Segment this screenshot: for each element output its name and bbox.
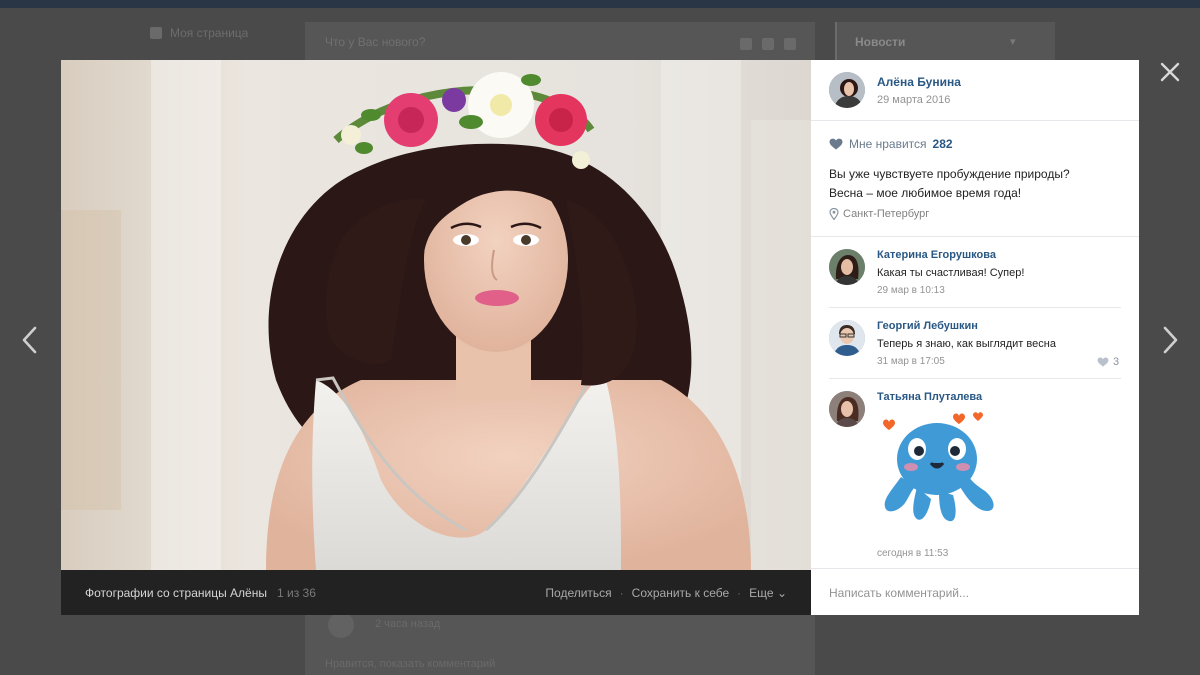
avatar-image — [829, 391, 865, 427]
background-right-title: Новости — [855, 35, 906, 49]
separator: · — [737, 585, 742, 600]
background-left-nav-label: Моя страница — [170, 26, 249, 40]
comment-input[interactable]: Написать комментарий... — [811, 568, 1139, 615]
more-label: Еще — [749, 585, 774, 600]
filter-icon: ▾ — [1010, 36, 1016, 48]
portrait-photo — [61, 60, 811, 570]
divider — [811, 236, 1139, 237]
background-left-nav: Моя страница — [150, 26, 248, 40]
comment-item: Георгий Лебушкин Теперь я знаю, как выгл… — [829, 320, 1056, 367]
background-post-actions: Нравится, показать комментарий — [325, 658, 496, 670]
avatar-image — [829, 72, 865, 108]
share-button[interactable]: Поделиться — [545, 586, 611, 600]
background-post-time: 2 часа назад — [375, 618, 441, 630]
chevron-down-icon: ⌄ — [776, 585, 787, 600]
comment-author[interactable]: Георгий Лебушкин — [877, 320, 1056, 332]
separator: · — [619, 585, 624, 600]
comment-text: Теперь я знаю, как выглядит весна — [877, 338, 1056, 350]
author-block: Алёна Бунина 29 марта 2016 — [829, 72, 961, 108]
divider — [829, 307, 1121, 308]
comment-body: Георгий Лебушкин Теперь я знаю, как выгл… — [877, 320, 1056, 367]
location-link[interactable]: Санкт-Петербург — [829, 208, 929, 220]
description-line-1: Вы уже чувствуете пробуждение природы? — [829, 167, 1070, 181]
comment-item: Татьяна Плуталева сегодня в 11:53 — [829, 391, 1003, 559]
camera-icon — [740, 38, 752, 50]
album-title[interactable]: Фотографии со страницы Алёны — [85, 586, 267, 600]
background-avatar — [328, 612, 354, 638]
side-panel: Алёна Бунина 29 марта 2016 Мне нравится … — [811, 60, 1139, 615]
comment-like-button[interactable]: 3 — [1097, 356, 1119, 368]
photo-counter: 1 из 36 — [277, 585, 316, 600]
likes-label: Мне нравится — [849, 137, 927, 151]
location-pin-icon — [829, 208, 839, 220]
comment-like-count: 3 — [1113, 356, 1120, 368]
divider — [829, 378, 1121, 379]
heart-icon — [1097, 357, 1109, 367]
close-icon — [1160, 62, 1180, 82]
comment-date[interactable]: 31 мар в 17:05 — [877, 356, 1056, 367]
close-button[interactable] — [1156, 58, 1184, 86]
save-to-profile-button[interactable]: Сохранить к себе — [632, 586, 730, 600]
home-icon — [150, 27, 162, 39]
previous-photo-button[interactable] — [15, 320, 45, 360]
video-icon — [762, 38, 774, 50]
location-name: Санкт-Петербург — [843, 208, 930, 220]
author-meta: Алёна Бунина 29 марта 2016 — [877, 75, 961, 106]
avatar[interactable] — [829, 320, 865, 356]
avatar[interactable] — [829, 249, 865, 285]
main-photo[interactable] — [61, 60, 811, 570]
divider — [811, 120, 1139, 121]
chevron-left-icon — [22, 326, 37, 354]
comment-date[interactable]: сегодня в 11:53 — [877, 548, 1003, 559]
comment-body: Катерина Егорушкова Какая ты счастливая!… — [877, 249, 1024, 296]
more-button[interactable]: Еще ⌄ — [749, 586, 787, 600]
avatar-image — [829, 320, 865, 356]
next-photo-button[interactable] — [1155, 320, 1185, 360]
footer-actions: Поделиться · Сохранить к себе · Еще ⌄ — [545, 586, 787, 600]
avatar[interactable] — [829, 72, 865, 108]
comment-author[interactable]: Катерина Егорушкова — [877, 249, 1024, 261]
comment-body: Татьяна Плуталева сегодня в 11:53 — [877, 391, 1003, 559]
comment-item: Катерина Егорушкова Какая ты счастливая!… — [829, 249, 1024, 296]
avatar[interactable] — [829, 391, 865, 427]
like-button[interactable]: Мне нравится 282 — [829, 137, 953, 151]
photo-description: Вы уже чувствуете пробуждение природы? В… — [829, 165, 1119, 203]
description-line-2: Весна – мое любимое время года! — [829, 186, 1022, 200]
heart-icon — [829, 138, 843, 150]
octopus-sticker — [883, 412, 994, 522]
music-icon — [784, 38, 796, 50]
comment-text: Какая ты счастливая! Супер! — [877, 267, 1025, 279]
comment-author[interactable]: Татьяна Плуталева — [877, 391, 1003, 403]
background-topbar — [0, 0, 1200, 8]
author-name[interactable]: Алёна Бунина — [877, 75, 961, 89]
background-feed-icons — [740, 38, 796, 50]
chevron-right-icon — [1163, 326, 1178, 354]
post-date: 29 марта 2016 — [877, 93, 951, 106]
likes-count: 282 — [932, 137, 953, 151]
background-feed-placeholder: Что у Вас нового? — [325, 35, 426, 49]
comment-date[interactable]: 29 мар в 10:13 — [877, 285, 1024, 296]
photo-footer: Фотографии со страницы Алёны 1 из 36 Под… — [61, 570, 811, 615]
avatar-image — [829, 249, 865, 285]
